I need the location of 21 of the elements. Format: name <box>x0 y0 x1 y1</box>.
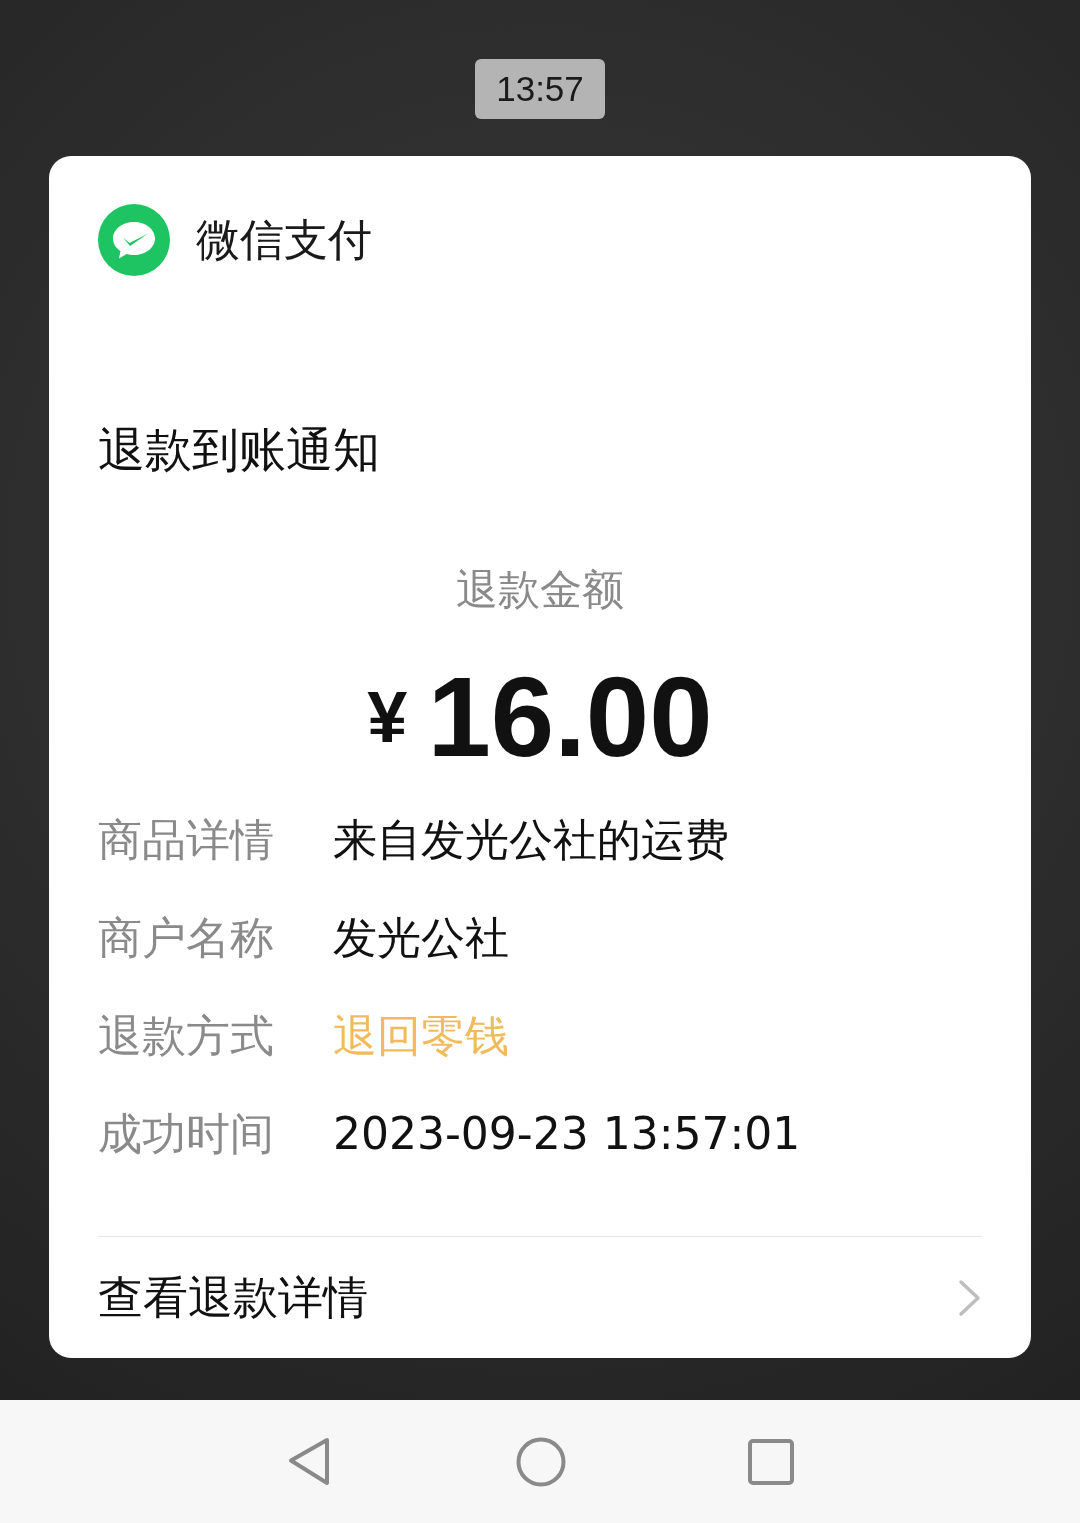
detail-value: 来自发光公社的运费 <box>333 813 729 867</box>
detail-value: 2023-09-23 13:57:01 <box>333 1107 801 1161</box>
detail-value: 退回零钱 <box>333 1009 509 1063</box>
refund-amount: 16.00 <box>427 657 713 777</box>
home-circle-icon <box>516 1436 566 1487</box>
home-button[interactable] <box>516 1436 566 1487</box>
refund-details-link[interactable]: 查看退款详情 <box>98 1237 982 1358</box>
recents-button[interactable] <box>748 1438 794 1485</box>
chevron-right-icon <box>958 1278 982 1317</box>
detail-value: 发光公社 <box>333 911 509 965</box>
detail-label: 商品详情 <box>98 813 275 867</box>
notification-title: 退款到账通知 <box>98 421 380 479</box>
detail-label: 成功时间 <box>98 1107 275 1161</box>
amount-label: 退款金额 <box>456 564 624 616</box>
detail-label: 商户名称 <box>98 911 275 965</box>
detail-label: 退款方式 <box>98 1009 275 1063</box>
app-name: 微信支付 <box>196 213 372 267</box>
currency-symbol: ¥ <box>367 677 408 757</box>
recents-square-icon <box>748 1438 794 1485</box>
chat-bubble-check-icon <box>98 204 170 276</box>
time-badge: 13:57 <box>475 59 605 119</box>
